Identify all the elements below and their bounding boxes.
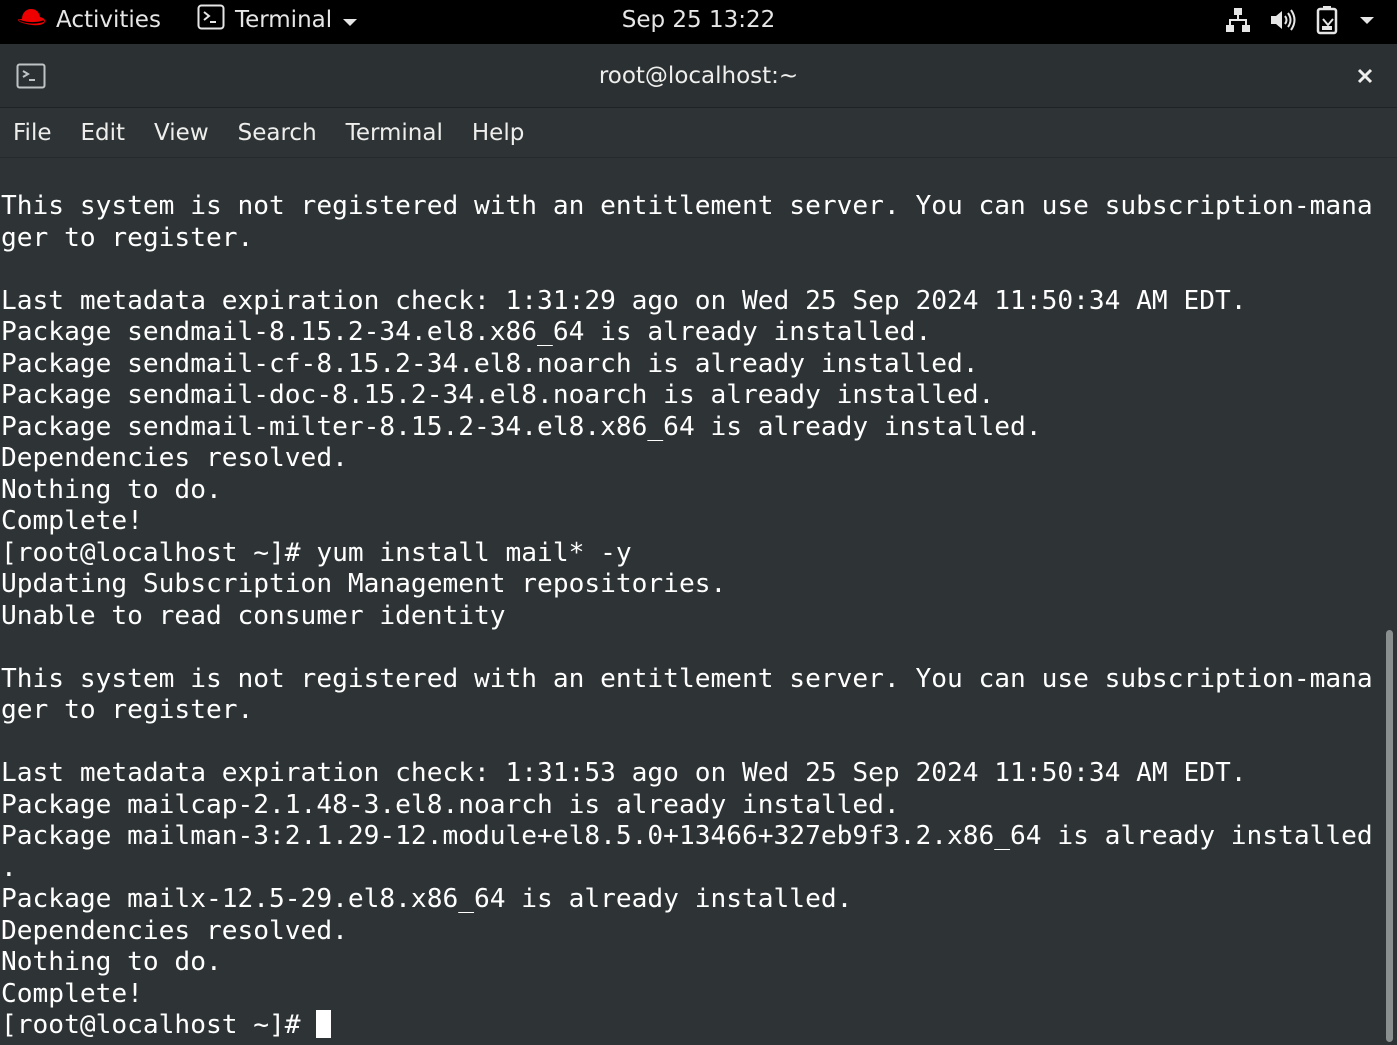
terminal-line: Dependencies resolved.: [1, 443, 348, 473]
activities-label: Activities: [56, 7, 161, 33]
terminal-line: Package sendmail-cf-8.15.2-34.el8.noarch…: [1, 348, 979, 379]
terminal-window-icon: [16, 63, 46, 93]
terminal-line: This system is not registered with an en…: [1, 191, 1373, 221]
terminal-line: Nothing to do.: [1, 474, 222, 505]
terminal-line: Unable to read consumer identity: [1, 600, 506, 631]
app-menu-label: Terminal: [234, 7, 333, 33]
top-bar: Activities Terminal Sep 25 13:22: [0, 0, 1397, 40]
terminal-line: Complete!: [1, 506, 143, 536]
close-icon[interactable]: [1353, 64, 1377, 88]
battery-icon: [1315, 5, 1341, 35]
clock-button[interactable]: Sep 25 13:22: [622, 7, 776, 33]
terminal-app-icon: [197, 4, 225, 36]
terminal-line: Updating Subscription Management reposit…: [1, 569, 727, 599]
terminal-line: .: [1, 852, 17, 883]
terminal-line: Package mailman-3:2.1.29-12.module+el8.5…: [1, 821, 1373, 851]
volume-icon: [1269, 8, 1297, 32]
terminal-scrollbar[interactable]: [1383, 158, 1397, 1045]
terminal-window: root@localhost:~ File Edit View Search T…: [0, 44, 1397, 1045]
window-title: root@localhost:~: [598, 63, 799, 89]
menu-search[interactable]: Search: [238, 120, 317, 146]
terminal-line: Package sendmail-doc-8.15.2-34.el8.noarc…: [1, 380, 995, 410]
menu-view[interactable]: View: [154, 120, 209, 146]
terminal-lines: This system is not registered with an en…: [1, 191, 1373, 1009]
terminal-line: Last metadata expiration check: 1:31:29 …: [1, 285, 1247, 316]
menu-bar: File Edit View Search Terminal Help: [0, 108, 1397, 158]
terminal-line: ger to register.: [1, 695, 254, 725]
menu-edit[interactable]: Edit: [81, 120, 126, 146]
system-menu-caret-icon: [1359, 15, 1375, 25]
terminal-prompt: [root@localhost ~]#: [1, 1010, 317, 1040]
menu-file[interactable]: File: [13, 120, 52, 146]
menu-terminal[interactable]: Terminal: [346, 120, 443, 146]
network-icon: [1225, 7, 1251, 33]
terminal-line: Package sendmail-8.15.2-34.el8.x86_64 is…: [1, 317, 932, 347]
terminal-output: This system is not registered with an en…: [1, 191, 1373, 1042]
terminal-line: Last metadata expiration check: 1:31:53 …: [1, 758, 1247, 788]
terminal-line: [root@localhost ~]# yum install mail* -y: [1, 537, 632, 568]
terminal-line: Package mailx-12.5-29.el8.x86_64 is alre…: [1, 884, 853, 914]
text-cursor: [316, 1010, 332, 1038]
app-menu-terminal[interactable]: Terminal: [197, 0, 358, 40]
terminal-line: This system is not registered with an en…: [1, 663, 1373, 694]
chevron-down-icon: [342, 7, 358, 33]
terminal-line: Dependencies resolved.: [1, 915, 348, 946]
terminal-line: Nothing to do.: [1, 947, 222, 977]
system-tray[interactable]: [1207, 0, 1375, 40]
menu-help[interactable]: Help: [472, 120, 524, 146]
activities-button[interactable]: Activities: [16, 0, 161, 40]
terminal-line: ger to register.: [1, 222, 254, 253]
terminal-line: Package sendmail-milter-8.15.2-34.el8.x8…: [1, 411, 1042, 442]
terminal-line: Complete!: [1, 978, 143, 1009]
window-titlebar[interactable]: root@localhost:~: [0, 44, 1397, 108]
top-bar-left: Activities Terminal: [16, 0, 358, 40]
redhat-logo-icon: [16, 7, 46, 33]
terminal-line: Package mailcap-2.1.48-3.el8.noarch is a…: [1, 789, 900, 820]
terminal-output-area[interactable]: This system is not registered with an en…: [0, 158, 1383, 1045]
scrollbar-thumb[interactable]: [1386, 630, 1393, 1042]
